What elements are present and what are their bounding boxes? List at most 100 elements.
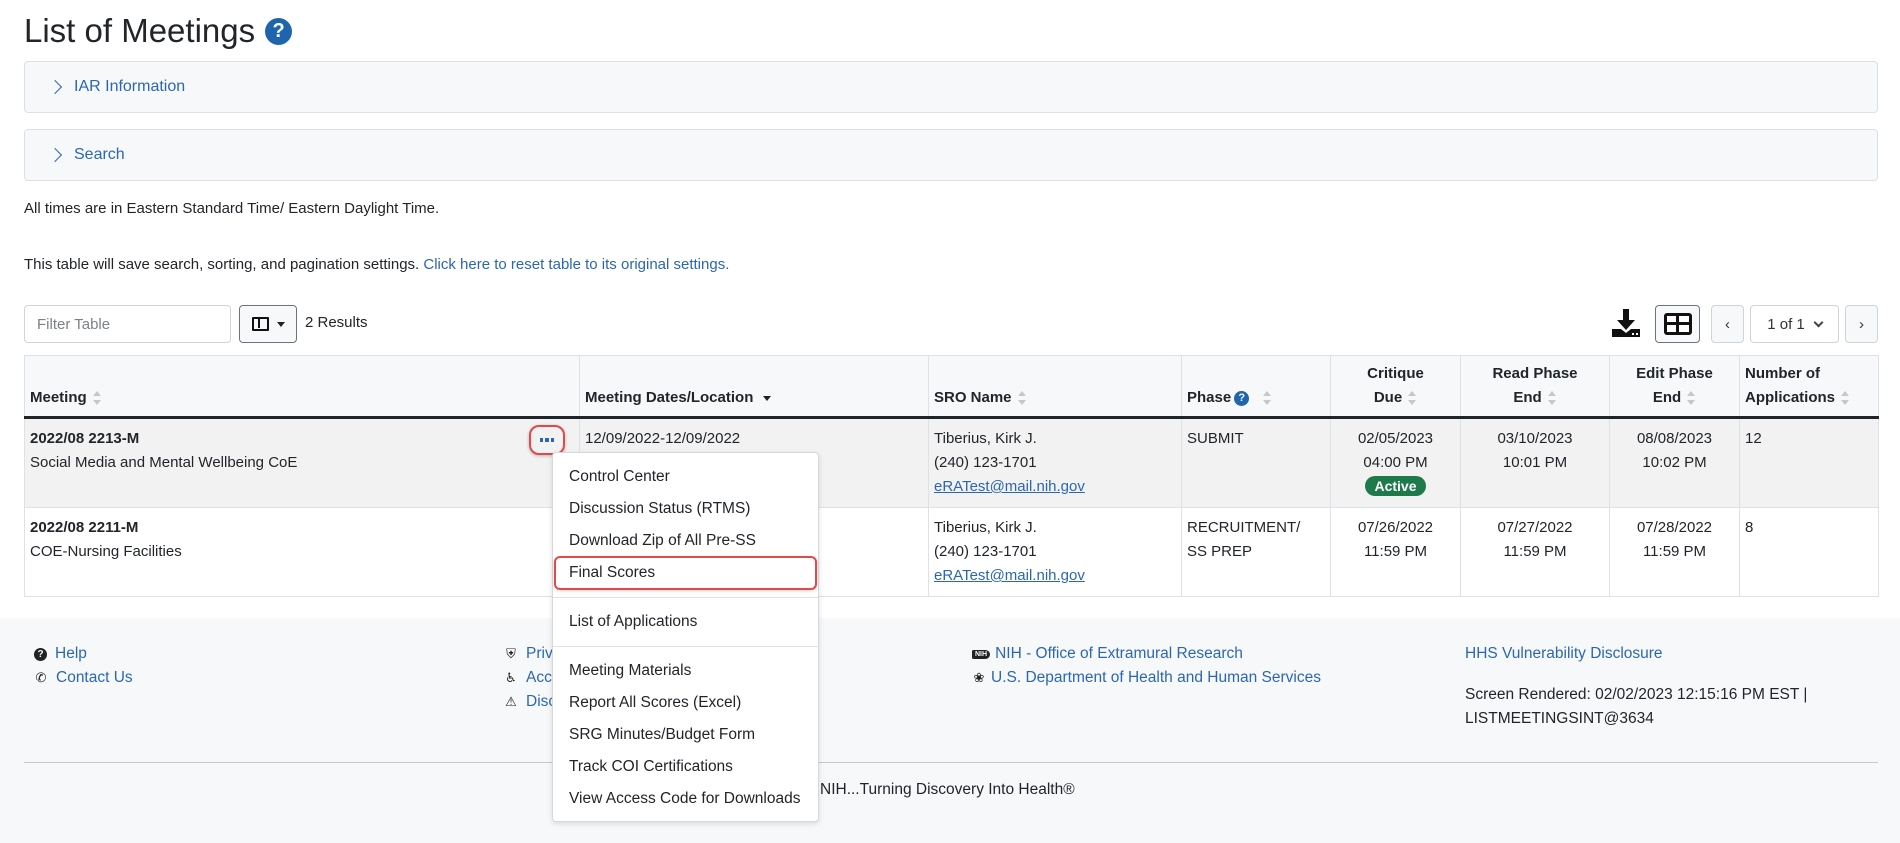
column-chooser-button[interactable] [239,305,297,343]
edit-date: 07/28/2022 [1636,519,1713,536]
header-label-line1: Read Phase [1492,365,1578,382]
menu-item-final-scores[interactable]: Final Scores [554,556,817,590]
footer-link-help[interactable]: ? Help [34,642,133,666]
previous-page-button[interactable]: ‹ [1711,305,1744,343]
next-page-button[interactable]: › [1845,305,1878,343]
chevron-right-icon [47,147,63,163]
chevron-right-icon: › [1859,315,1864,333]
footer-link-contact[interactable]: ✆ Contact Us [34,666,133,690]
settings-note-text: This table will save search, sorting, an… [24,256,420,273]
page-select[interactable]: 1 of 1 [1750,305,1839,343]
footer-link-hhs[interactable]: ❀ U.S. Department of Health and Human Ser… [972,666,1321,690]
chevron-right-icon [47,79,63,95]
header-label-line2: End [1652,389,1682,406]
footer-link-privacy[interactable]: ⛨ Priv [504,642,556,666]
header-label-line2: Applications [1745,389,1836,406]
footer-link-vulnerability[interactable]: HHS Vulnerability Disclosure [1465,642,1663,666]
footer-link-nih[interactable]: NIH NIH - Office of Extramural Research [972,642,1321,666]
sort-icon [1263,391,1272,406]
menu-item-report-all-scores[interactable]: Report All Scores (Excel) [553,687,818,719]
header-number-of-applications[interactable]: Number of Applications [1739,355,1879,419]
critique-date: 07/26/2022 [1357,519,1434,536]
header-meeting[interactable]: Meeting [24,355,580,419]
menu-divider [553,646,818,647]
question-circle-icon: ? [34,647,47,661]
ellipsis-icon [539,438,544,442]
footer-link-disclaimers[interactable]: ⚠ Disc [504,690,556,714]
menu-item-view-access-code[interactable]: View Access Code for Downloads [553,783,818,815]
hhs-link[interactable]: U.S. Department of Health and Human Serv… [991,669,1321,687]
download-icon[interactable] [1610,307,1642,339]
filter-table-input[interactable] [24,305,231,343]
header-critique-due[interactable]: Critique Due [1330,355,1461,419]
phase-line2: SS PREP [1187,543,1253,560]
sro-email-link[interactable]: eRATest@mail.nih.gov [934,478,1085,495]
critique-time: 04:00 PM [1363,454,1428,471]
search-panel[interactable]: Search [24,129,1878,181]
sro-email-link[interactable]: eRATest@mail.nih.gov [934,567,1085,584]
sro-cell: Tiberius, Kirk J. (240) 123-1701 eRATest… [928,507,1182,597]
contact-us-link[interactable]: Contact Us [56,669,133,687]
header-meeting-dates-location[interactable]: Meeting Dates/Location [579,355,929,419]
hhs-logo-icon: ❀ [973,670,985,685]
iar-information-panel[interactable]: IAR Information [24,61,1878,113]
sort-icon [1687,391,1696,406]
header-edit-phase-end[interactable]: Edit Phase End [1609,355,1740,419]
edit-time: 11:59 PM [1642,543,1707,560]
nih-logo-icon: NIH [972,649,991,659]
caret-down-icon [276,321,285,327]
menu-item-meeting-materials[interactable]: Meeting Materials [553,655,818,687]
header-sro-name[interactable]: SRO Name [928,355,1182,419]
header-label-line1: Number of [1745,365,1820,382]
sro-phone: (240) 123-1701 [934,454,1037,471]
accessibility-icon: ♿ [505,670,517,685]
read-time: 10:01 PM [1502,454,1568,471]
shield-icon: ⛨ [506,646,516,661]
privacy-link[interactable]: Priv [526,645,553,663]
footer-col-4: HHS Vulnerability Disclosure [1465,642,1663,666]
header-label: SRO Name [934,389,1012,406]
page-title-text: List of Meetings [24,12,256,49]
sro-name: Tiberius, Kirk J. [934,430,1037,447]
help-link[interactable]: Help [55,645,87,663]
table-layout-button[interactable] [1655,305,1700,343]
read-phase-end-cell: 03/10/2023 10:01 PM [1460,417,1610,508]
meeting-cell: 2022/08 2211-M COE-Nursing Facilities [24,507,580,597]
question-circle-icon[interactable]: ? [265,17,293,45]
menu-item-download-zip[interactable]: Download Zip of All Pre-SS [553,525,818,557]
footer-link-accessibility[interactable]: ♿ Acc [504,666,556,690]
row-actions-menu: Control Center Discussion Status (RTMS) … [552,452,819,822]
accessibility-link[interactable]: Acc [526,669,552,687]
screen-rendered-line2: LISTMEETINGSINT@3634 [1465,710,1654,727]
menu-item-control-center[interactable]: Control Center [553,461,818,493]
meeting-name: Social Media and Mental Wellbeing CoE [30,454,298,471]
warning-icon: ⚠ [505,694,517,709]
reset-table-link[interactable]: Click here to reset table to its origina… [423,256,729,273]
hhs-vulnerability-link[interactable]: HHS Vulnerability Disclosure [1465,645,1663,663]
menu-item-track-coi[interactable]: Track COI Certifications [553,751,818,783]
phase-cell: SUBMIT [1181,417,1331,508]
panel-label: IAR Information [74,78,186,95]
menu-item-list-of-applications[interactable]: List of Applications [553,606,818,638]
sro-cell: Tiberius, Kirk J. (240) 123-1701 eRATest… [928,417,1182,508]
menu-item-srg-minutes[interactable]: SRG Minutes/Budget Form [553,719,818,751]
read-time: 11:59 PM [1503,543,1567,560]
row-actions-button[interactable] [529,425,565,455]
question-circle-icon[interactable]: ? [1234,390,1250,406]
header-read-phase-end[interactable]: Read Phase End [1460,355,1610,419]
page-select-value: 1 of 1 [1767,315,1805,333]
header-label: Meeting [30,389,87,406]
footer-divider [24,762,1878,763]
read-date: 03/10/2023 [1497,430,1573,447]
edit-phase-end-cell: 07/28/2022 11:59 PM [1609,507,1740,597]
menu-item-discussion-status[interactable]: Discussion Status (RTMS) [553,493,818,525]
edit-time: 10:02 PM [1642,454,1707,471]
page-footer: ? Help ✆ Contact Us ⛨ Priv ♿ Acc ⚠ Disc NIH NI… [0,618,1900,843]
edit-date: 08/08/2023 [1636,430,1713,447]
read-date: 07/27/2022 [1497,519,1573,536]
nih-oer-link[interactable]: NIH - Office of Extramural Research [995,645,1243,663]
header-label-line2: Due [1373,389,1403,406]
sort-icon [1841,391,1850,406]
sort-icon [1547,391,1557,406]
header-phase[interactable]: Phase? [1181,355,1331,419]
